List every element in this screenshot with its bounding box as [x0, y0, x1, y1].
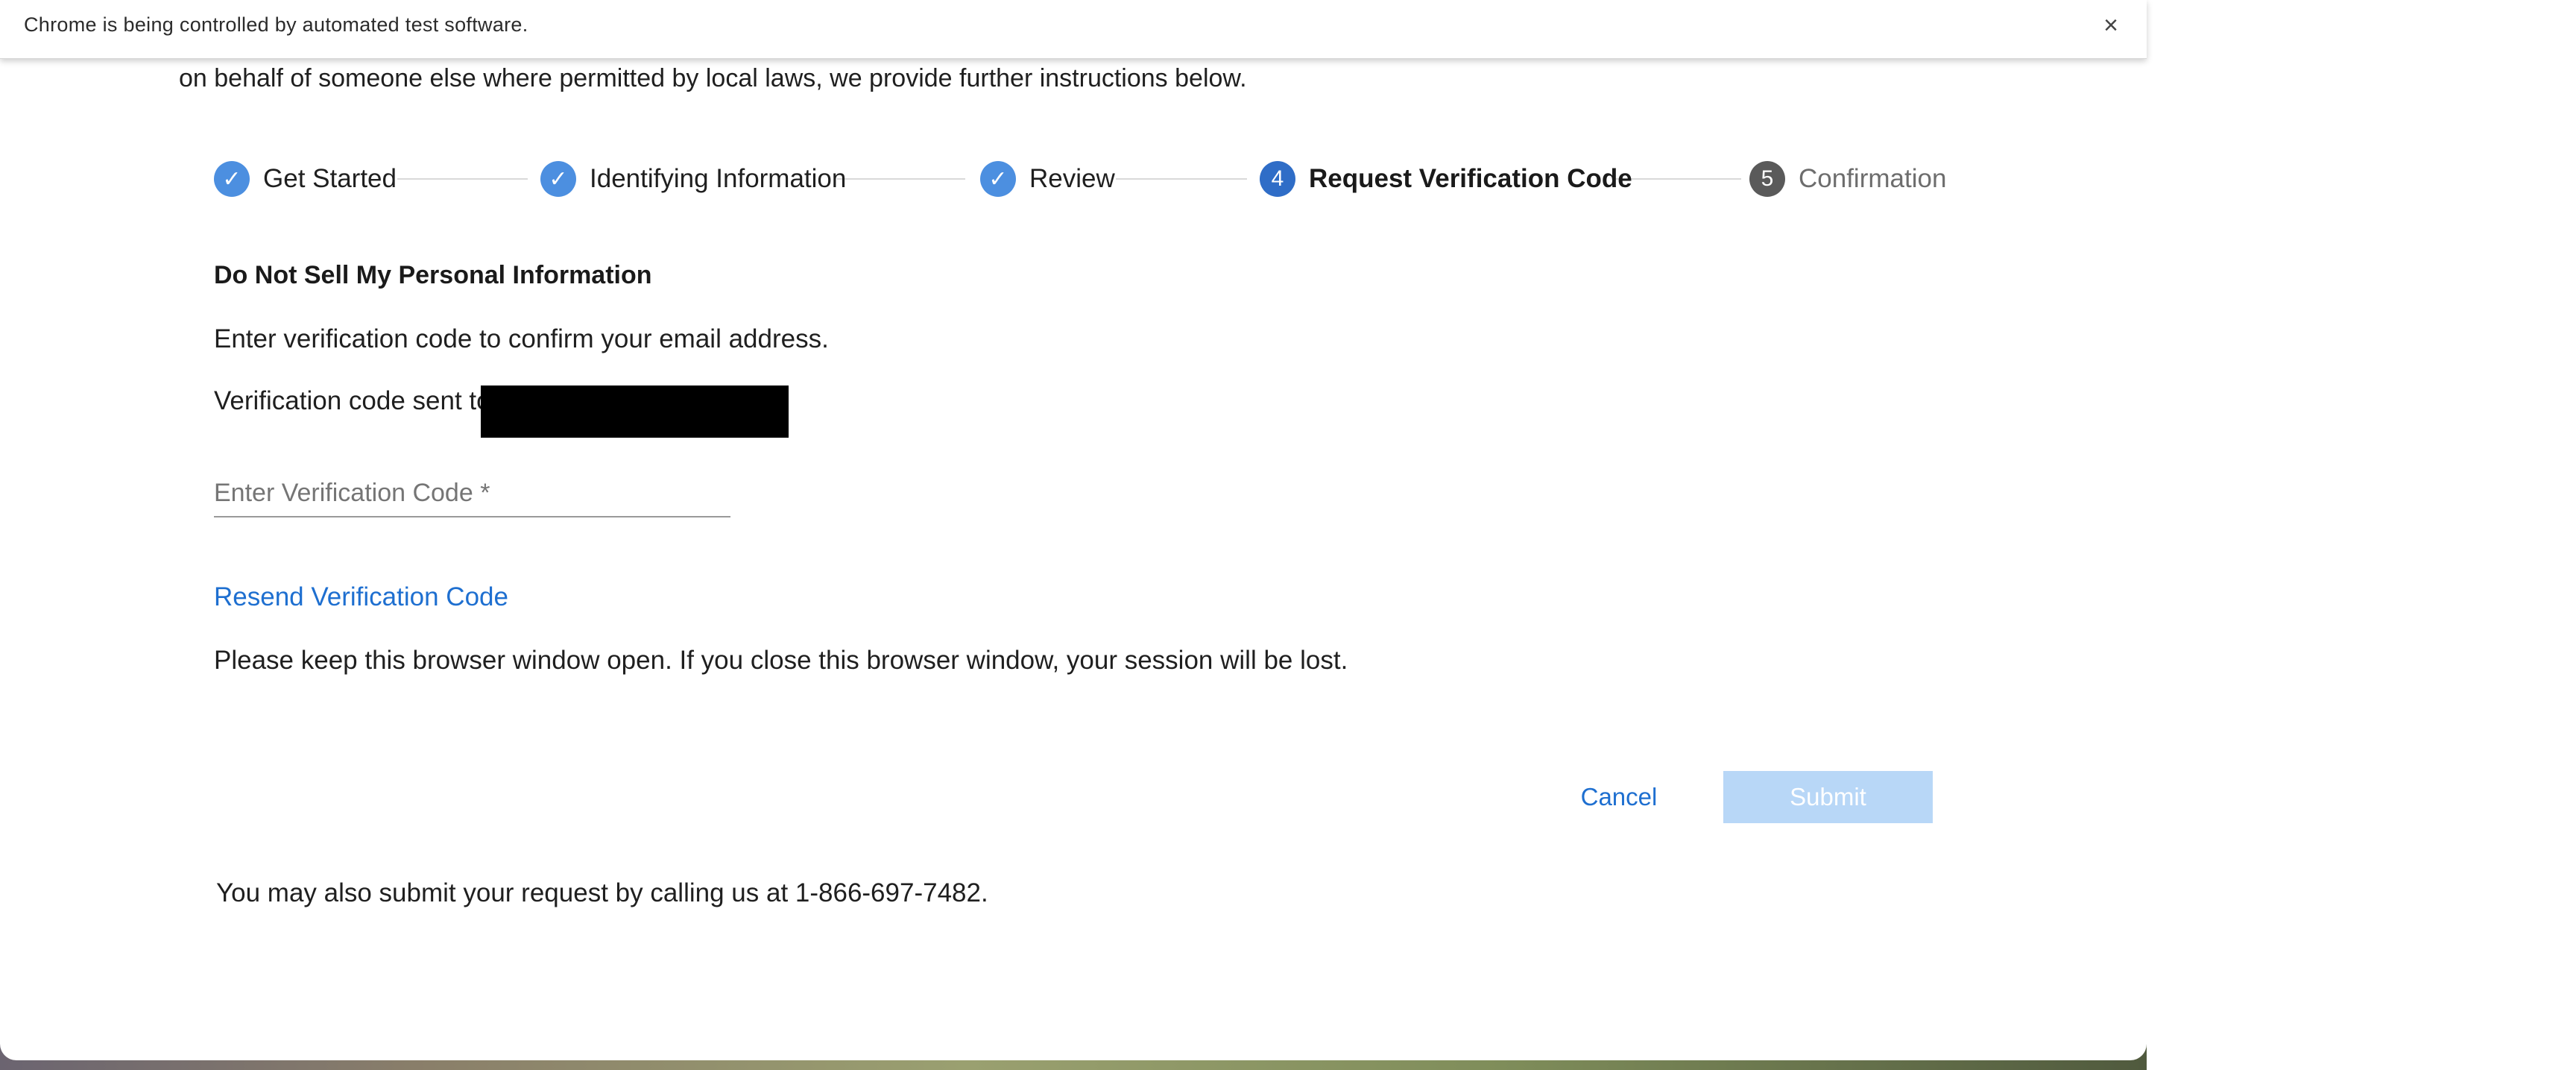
- step-get-started: ✓ Get Started: [214, 159, 397, 199]
- check-icon: ✓: [980, 161, 1016, 197]
- automation-infobar: Chrome is being controlled by automated …: [0, 0, 2147, 59]
- step-review: ✓ Review: [980, 159, 1115, 199]
- intro-text: on behalf of someone else where permitte…: [179, 64, 1247, 92]
- step-identifying-information: ✓ Identifying Information: [540, 159, 846, 199]
- step-number: 5: [1749, 161, 1785, 197]
- step-label: Identifying Information: [590, 164, 847, 193]
- check-icon: ✓: [540, 161, 576, 197]
- infobar-message: Chrome is being controlled by automated …: [24, 13, 528, 36]
- step-connector: [1116, 178, 1247, 180]
- phone-request-text: You may also submit your request by call…: [216, 878, 988, 907]
- form-heading: Do Not Sell My Personal Information: [214, 261, 652, 289]
- step-confirmation: 5 Confirmation: [1749, 159, 1946, 199]
- step-label: Confirmation: [1799, 164, 1947, 193]
- redacted-email: [481, 385, 789, 438]
- sent-to-label: Verification code sent to:: [214, 386, 499, 415]
- page: on behalf of someone else where permitte…: [0, 0, 2576, 1070]
- verification-code-input[interactable]: [214, 470, 730, 517]
- cancel-button[interactable]: Cancel: [1564, 771, 1674, 823]
- session-notice: Please keep this browser window open. If…: [214, 646, 1348, 675]
- check-icon: ✓: [214, 161, 250, 197]
- step-label: Get Started: [263, 164, 397, 193]
- step-request-verification-code: 4 Request Verification Code: [1260, 159, 1632, 199]
- progress-stepper: ✓ Get Started ✓ Identifying Information …: [214, 159, 1946, 199]
- content-window: on behalf of someone else where permitte…: [0, 0, 2147, 1060]
- instruction-text: Enter verification code to confirm your …: [214, 324, 829, 353]
- step-label: Request Verification Code: [1309, 164, 1632, 193]
- step-connector: [397, 178, 528, 180]
- desktop-background: [2147, 0, 2576, 1070]
- step-connector: [837, 178, 965, 180]
- step-label: Review: [1029, 164, 1115, 193]
- close-icon[interactable]: ×: [2096, 10, 2126, 40]
- step-number: 4: [1260, 161, 1295, 197]
- submit-button[interactable]: Submit: [1723, 771, 1933, 823]
- resend-code-link[interactable]: Resend Verification Code: [214, 582, 508, 612]
